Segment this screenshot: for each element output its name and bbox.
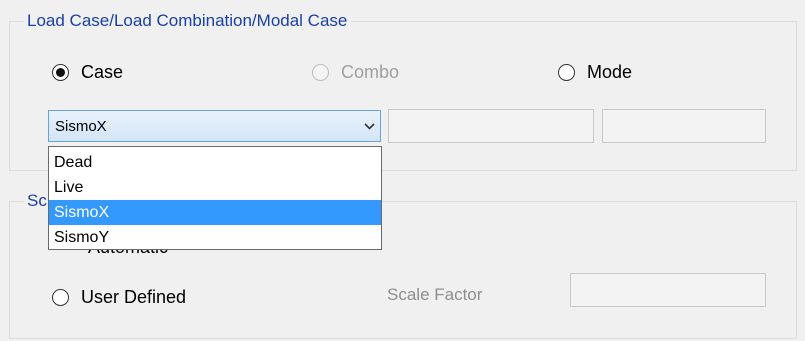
combo-radio-label: Combo (341, 62, 400, 82)
user-defined-radio-label: User Defined (81, 287, 187, 307)
scale-factor-label: Scale Factor (387, 285, 483, 304)
dropdown-option-selected[interactable]: SismoX (49, 200, 381, 225)
mode-radio[interactable]: Mode (558, 62, 632, 83)
scale-factor-field (570, 273, 766, 307)
dropdown-option[interactable]: Live (49, 175, 381, 200)
combo-radio: Combo (312, 62, 399, 83)
combo-field (388, 109, 594, 143)
user-defined-radio-indicator[interactable] (52, 289, 69, 306)
user-defined-radio[interactable]: User Defined (52, 287, 186, 308)
dropdown-option[interactable]: SismoY (49, 225, 381, 250)
case-radio[interactable]: Case (52, 62, 123, 83)
case-select[interactable]: SismoX (48, 110, 381, 142)
chevron-down-icon[interactable] (358, 122, 380, 130)
combo-radio-indicator (312, 64, 329, 81)
dropdown-option[interactable]: Dead (49, 150, 381, 175)
case-select-value: SismoX (55, 117, 107, 135)
scale-group-title: Sc (24, 191, 51, 211)
dialog-root: Load Case/Load Combination/Modal Case Ca… (0, 0, 805, 341)
case-dropdown-list[interactable]: Dead Live SismoX SismoY (48, 146, 382, 250)
mode-field (602, 109, 766, 143)
mode-radio-indicator[interactable] (558, 64, 575, 81)
mode-radio-label: Mode (587, 62, 633, 82)
case-radio-indicator[interactable] (52, 64, 69, 81)
load-case-group-title: Load Case/Load Combination/Modal Case (24, 11, 352, 31)
case-radio-label: Case (81, 62, 124, 82)
